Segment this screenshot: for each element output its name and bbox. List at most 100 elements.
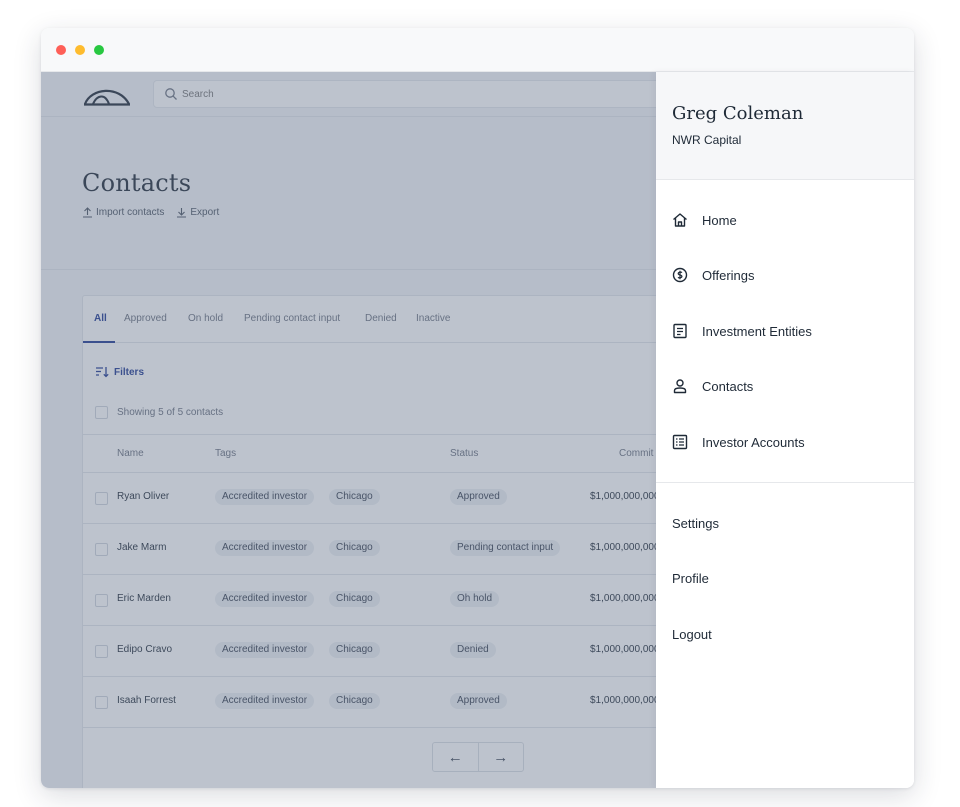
commitment-value: $1,000,000,000 — [590, 644, 656, 655]
search-icon — [165, 88, 177, 100]
table-header: Name Tags Status Commit — [83, 434, 656, 473]
commitment-value: $1,000,000,000 — [590, 695, 656, 706]
commitment-value: $1,000,000,000 — [590, 542, 656, 553]
filter-sort-icon — [96, 367, 109, 378]
tab-all[interactable]: All — [94, 313, 107, 324]
dollar-circle-icon — [672, 267, 688, 283]
column-header-status[interactable]: Status — [450, 448, 478, 459]
filters-button[interactable]: Filters — [95, 366, 144, 378]
nav-item-label: Home — [702, 212, 737, 228]
table-row[interactable]: Eric Marden Accredited investor Chicago … — [83, 575, 656, 626]
upload-icon — [83, 207, 92, 218]
tag-badge: Chicago — [329, 591, 380, 607]
table-row[interactable]: Jake Marm Accredited investor Chicago Pe… — [83, 524, 656, 575]
status-badge: Pending contact input — [450, 540, 561, 556]
select-all-checkbox[interactable] — [95, 406, 108, 419]
status-tabs: All Approved On hold Pending contact inp… — [83, 296, 656, 343]
commitment-value: $1,000,000,000 — [590, 491, 656, 502]
contact-name[interactable]: Eric Marden — [117, 593, 171, 604]
table-row[interactable]: Ryan Oliver Accredited investor Chicago … — [83, 473, 656, 524]
table-row[interactable]: Edipo Cravo Accredited investor Chicago … — [83, 626, 656, 677]
contacts-card: All Approved On hold Pending contact inp… — [82, 295, 656, 788]
tag-badge: Accredited investor — [215, 642, 315, 658]
browser-window: Contacts Import contacts Export All Appr… — [41, 28, 914, 788]
document-icon — [673, 323, 687, 339]
search-input[interactable] — [182, 84, 382, 104]
contact-name[interactable]: Isaah Forrest — [117, 695, 176, 706]
page-header: Contacts Import contacts Export — [41, 117, 656, 270]
status-badge: Denied — [450, 642, 496, 658]
menu-divider — [656, 482, 914, 483]
pagination: ← → — [432, 742, 524, 772]
export-button[interactable]: Export — [176, 207, 219, 218]
title-bar — [41, 28, 914, 72]
row-checkbox[interactable] — [95, 492, 108, 505]
status-badge: Approved — [450, 489, 507, 505]
tag-badge: Chicago — [329, 489, 380, 505]
maximize-window-button[interactable] — [94, 45, 104, 55]
tag-badge: Accredited investor — [215, 693, 315, 709]
previous-page-button[interactable]: ← — [433, 743, 478, 771]
nav-item-investor-accounts[interactable]: Investor Accounts — [672, 430, 805, 454]
filters-label: Filters — [114, 366, 145, 378]
nav-item-label: Contacts — [702, 378, 754, 394]
contact-name[interactable]: Ryan Oliver — [117, 491, 169, 502]
tag-badge: Accredited investor — [215, 591, 315, 607]
tab-pending-contact-input[interactable]: Pending contact input — [244, 313, 340, 324]
user-organization: NWR Capital — [672, 133, 742, 147]
column-header-name[interactable]: Name — [117, 448, 144, 459]
tag-badge: Chicago — [329, 642, 380, 658]
top-nav — [41, 72, 656, 117]
user-menu-panel: Greg Coleman NWR Capital Home Offerings … — [656, 72, 914, 788]
nav-item-label: Investor Accounts — [702, 434, 805, 450]
minimize-window-button[interactable] — [75, 45, 85, 55]
nav-item-label: Offerings — [702, 267, 755, 283]
row-checkbox[interactable] — [95, 594, 108, 607]
home-icon — [673, 213, 687, 227]
selection-summary: Showing 5 of 5 contacts — [95, 406, 223, 419]
download-icon — [177, 208, 187, 218]
list-icon — [672, 434, 688, 450]
logout-link[interactable]: Logout — [672, 627, 712, 642]
column-header-commitment[interactable]: Commit — [619, 448, 653, 459]
user-name: Greg Coleman — [672, 103, 804, 124]
column-header-tags: Tags — [215, 448, 237, 459]
tab-inactive[interactable]: Inactive — [416, 313, 450, 324]
next-page-button[interactable]: → — [477, 743, 524, 771]
header-actions: Import contacts Export — [82, 207, 219, 218]
tab-approved[interactable]: Approved — [124, 313, 167, 324]
tag-badge: Chicago — [329, 540, 380, 556]
tab-on-hold[interactable]: On hold — [188, 313, 223, 324]
profile-link[interactable]: Profile — [672, 571, 709, 586]
import-contacts-label: Import contacts — [96, 207, 165, 218]
page-title: Contacts — [82, 169, 192, 197]
nav-item-offerings[interactable]: Offerings — [672, 263, 755, 287]
row-checkbox[interactable] — [95, 696, 108, 709]
close-window-button[interactable] — [56, 45, 66, 55]
tag-badge: Accredited investor — [215, 489, 315, 505]
settings-link[interactable]: Settings — [672, 516, 719, 531]
table-row[interactable]: Isaah Forrest Accredited investor Chicag… — [83, 677, 656, 728]
export-label: Export — [190, 207, 220, 218]
user-menu-header: Greg Coleman NWR Capital — [656, 72, 914, 180]
nav-item-contacts[interactable]: Contacts — [672, 374, 753, 398]
logo-icon[interactable] — [83, 83, 131, 107]
status-badge: Approved — [450, 693, 507, 709]
nav-item-investment-entities[interactable]: Investment Entities — [672, 319, 812, 343]
tag-badge: Accredited investor — [215, 540, 315, 556]
status-badge: Oh hold — [450, 591, 500, 607]
active-tab-indicator — [83, 341, 115, 343]
contact-name[interactable]: Edipo Cravo — [117, 644, 172, 655]
content-area: All Approved On hold Pending contact inp… — [41, 270, 656, 788]
nav-item-label: Investment Entities — [702, 323, 812, 339]
row-checkbox[interactable] — [95, 645, 108, 658]
person-icon — [673, 379, 687, 394]
tag-badge: Chicago — [329, 693, 380, 709]
showing-count: Showing 5 of 5 contacts — [117, 407, 224, 418]
row-checkbox[interactable] — [95, 543, 108, 556]
search-box[interactable] — [153, 80, 656, 108]
tab-denied[interactable]: Denied — [365, 313, 397, 324]
import-contacts-button[interactable]: Import contacts — [82, 207, 164, 218]
contact-name[interactable]: Jake Marm — [117, 542, 166, 553]
nav-item-home[interactable]: Home — [672, 208, 737, 232]
